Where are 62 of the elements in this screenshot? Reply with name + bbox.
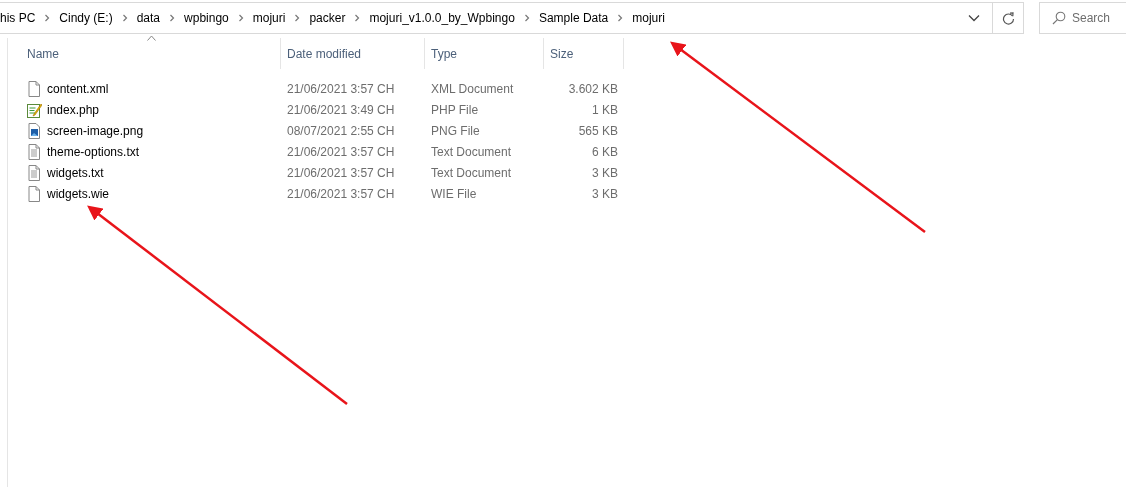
- file-name: index.php: [47, 101, 100, 119]
- file-name: widgets.wie: [47, 185, 110, 203]
- file-name: widgets.txt: [47, 164, 104, 182]
- date-modified: 21/06/2021 3:57 CH: [286, 185, 396, 203]
- breadcrumb-item[interactable]: Cindy (E:): [56, 9, 116, 27]
- column-header[interactable]: Size: [550, 44, 574, 63]
- file-type: PHP File: [430, 101, 480, 119]
- column-header[interactable]: Date modified: [287, 44, 362, 63]
- breadcrumb-item[interactable]: mojuri_v1.0.0_by_Wpbingo: [366, 9, 518, 27]
- chevron-icon: [236, 14, 245, 22]
- edit-file-icon: [26, 101, 42, 118]
- file-name: screen-image.png: [47, 122, 144, 140]
- file-size: 3 KB: [591, 185, 619, 203]
- file-size: 565 KB: [577, 122, 619, 140]
- file-size: 6 KB: [591, 143, 619, 161]
- date-modified: 21/06/2021 3:57 CH: [286, 80, 396, 98]
- address-bar[interactable]: his PC Cindy (E:) data wpbingo mojuri packer mojuri_v1.0.0_by_Wpbingo Sample Data mojuri: [0, 2, 1024, 34]
- file-size: 3.602 KB: [567, 80, 619, 98]
- breadcrumb-item[interactable]: mojuri: [249, 9, 289, 27]
- file-type: Text Document: [430, 164, 513, 182]
- file-type: PNG File: [430, 122, 481, 140]
- file-type: WIE File: [430, 185, 478, 203]
- column-header[interactable]: Type: [431, 44, 457, 63]
- breadcrumb-item[interactable]: packer: [306, 9, 349, 27]
- breadcrumb-item[interactable]: data: [133, 9, 164, 27]
- chevron-icon: [522, 14, 531, 22]
- chevron-icon: [168, 14, 177, 22]
- file-name: content.xml: [47, 80, 109, 98]
- search-icon: [1052, 11, 1066, 25]
- file-icon: [26, 80, 42, 97]
- chevron-icon: [120, 14, 129, 22]
- file-icon: [26, 185, 42, 202]
- dropdown-icon[interactable]: [968, 14, 980, 22]
- breadcrumb-item[interactable]: wpbingo: [181, 9, 232, 27]
- file-size: 1 KB: [591, 101, 619, 119]
- date-modified: 21/06/2021 3:49 CH: [286, 101, 396, 119]
- column-header[interactable]: Name: [27, 44, 59, 63]
- file-type: XML Document: [430, 80, 515, 98]
- breadcrumb-item[interactable]: his PC: [0, 9, 39, 27]
- file-row[interactable]: widgets.wie 21/06/2021 3:57 CH WIE File 3 KB: [26, 183, 1126, 204]
- image-file-icon: [26, 122, 42, 139]
- file-size: 3 KB: [591, 164, 619, 182]
- file-row[interactable]: content.xml 21/06/2021 3:57 CH XML Document 3.602 KB: [26, 78, 1126, 99]
- file-name: theme-options.txt: [47, 143, 140, 161]
- file-row[interactable]: screen-image.png 08/07/2021 2:55 CH PNG File 565 KB: [26, 120, 1126, 141]
- chevron-icon: [293, 14, 302, 22]
- chevron-icon: [43, 14, 52, 22]
- breadcrumb-item[interactable]: mojuri: [629, 9, 668, 27]
- file-row[interactable]: index.php 21/06/2021 3:49 CH PHP File 1 KB: [26, 99, 1126, 120]
- date-modified: 21/06/2021 3:57 CH: [286, 143, 396, 161]
- search-box[interactable]: Search: [1039, 2, 1126, 34]
- file-row[interactable]: theme-options.txt 21/06/2021 3:57 CH Text Document 6 KB: [26, 141, 1126, 162]
- text-file-icon: [26, 164, 42, 181]
- file-row[interactable]: widgets.txt 21/06/2021 3:57 CH Text Document 3 KB: [26, 162, 1126, 183]
- breadcrumb-item[interactable]: Sample Data: [535, 9, 612, 27]
- chevron-icon: [616, 14, 625, 22]
- date-modified: 21/06/2021 3:57 CH: [286, 164, 396, 182]
- chevron-icon: [353, 14, 362, 22]
- file-type: Text Document: [430, 143, 513, 161]
- date-modified: 08/07/2021 2:55 CH: [286, 122, 396, 140]
- text-file-icon: [26, 143, 42, 160]
- refresh-icon[interactable]: [1002, 11, 1015, 25]
